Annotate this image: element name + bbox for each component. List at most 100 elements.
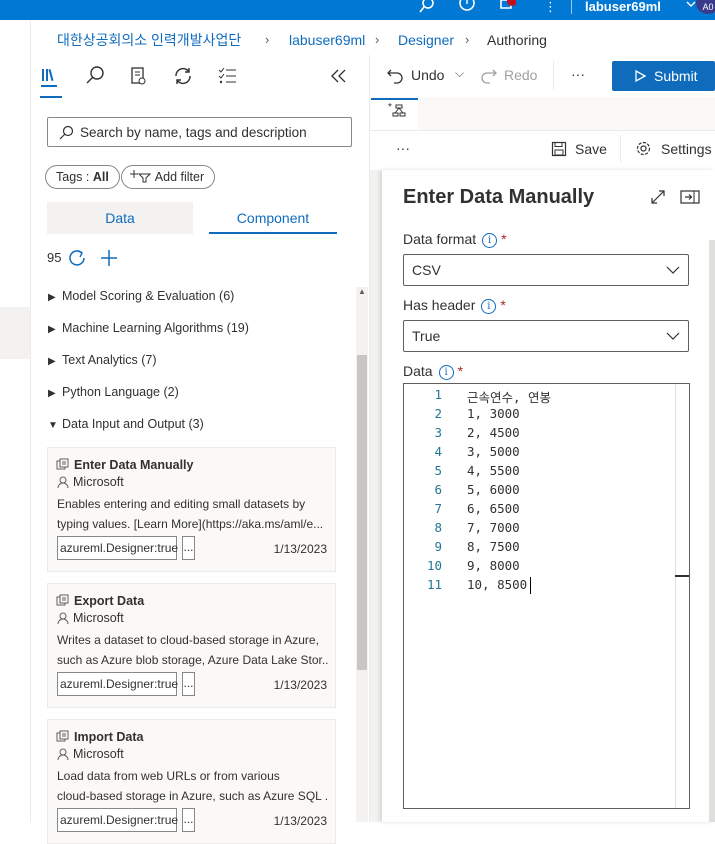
tab-data[interactable]: Data (47, 202, 193, 234)
line-number: 5 (434, 463, 442, 478)
document-tab-strip (370, 97, 715, 131)
category-row[interactable]: ▼ Data Input and Output (3) (48, 414, 204, 434)
code-line: 1, 3000 (467, 406, 520, 421)
refresh-icon[interactable] (172, 64, 194, 88)
search-icon[interactable] (84, 64, 106, 88)
data-code-editor[interactable]: 1 근속연수, 연봉 2 1, 3000 3 2, 4500 4 3, 5000 5 4,… (403, 383, 690, 809)
code-line: 5, 6000 (467, 482, 520, 497)
chevron-down-icon (666, 266, 680, 274)
submit-label: Submit (654, 68, 698, 84)
code-line: 9, 8000 (467, 558, 520, 573)
data-format-dropdown[interactable]: CSV (403, 254, 689, 286)
editor-scrollbar[interactable] (675, 384, 689, 808)
redo-button[interactable]: Redo (504, 67, 537, 83)
component-card[interactable]: Export Data Microsoft Writes a dataset t… (47, 583, 336, 708)
top-bar: ⋮ labuser69ml A0 (0, 0, 715, 20)
card-more-tags-button[interactable]: ... (182, 808, 195, 832)
category-label: Python Language (2) (62, 385, 179, 399)
breadcrumb-separator-icon: › (375, 32, 380, 47)
properties-title: Enter Data Manually (403, 186, 595, 208)
has-header-dropdown[interactable]: True (403, 320, 689, 352)
card-more-tags-button[interactable]: ... (182, 536, 195, 560)
card-tag[interactable]: azureml.Designer:true (57, 672, 178, 696)
card-more-tags-button[interactable]: ... (182, 672, 195, 696)
caret-down-icon: ▼ (48, 420, 58, 431)
has-header-label: Has header i * (403, 297, 506, 314)
code-line: 3, 5000 (467, 444, 520, 459)
caret-right-icon: ▶ (48, 292, 56, 303)
breadcrumb-separator-icon: › (465, 32, 470, 47)
category-row[interactable]: ▶ Python Language (2) (48, 382, 179, 402)
card-date: 1/13/2023 (273, 542, 327, 556)
clock-icon[interactable] (458, 0, 476, 14)
info-icon[interactable]: i (438, 364, 454, 380)
module-icon (56, 458, 69, 470)
info-icon[interactable]: i (482, 232, 498, 248)
tags-value: All (92, 170, 109, 184)
canvas-area[interactable] (370, 170, 382, 822)
code-line: 4, 5500 (467, 463, 520, 478)
info-icon[interactable]: i (481, 298, 497, 314)
code-line: 7, 7000 (467, 520, 520, 535)
person-icon (57, 476, 69, 488)
component-card[interactable]: Enter Data Manually Microsoft Enables en… (47, 447, 336, 572)
close-panel-icon[interactable] (680, 189, 700, 205)
library-icon[interactable] (40, 64, 62, 88)
breadcrumb-separator-icon: › (265, 32, 270, 47)
bell-icon[interactable] (498, 0, 516, 14)
selected-tab-indicator (40, 96, 62, 98)
card-tag[interactable]: azureml.Designer:true (57, 808, 178, 832)
line-number: 4 (434, 444, 442, 459)
task-list-icon[interactable] (216, 64, 238, 88)
line-number: 11 (426, 577, 442, 592)
refresh-icon[interactable] (69, 249, 87, 267)
toolbar-more-button[interactable]: ··· (396, 140, 410, 156)
scroll-up-icon[interactable]: ▲ (358, 287, 366, 296)
pipeline-tab[interactable]: * (371, 98, 418, 130)
component-card[interactable]: Import Data Microsoft Load data from web… (47, 719, 336, 844)
undo-icon (387, 69, 403, 84)
line-number: 1 (434, 387, 442, 402)
card-tag[interactable]: azureml.Designer:true (57, 536, 178, 560)
category-label: Model Scoring & Evaluation (6) (62, 289, 235, 303)
submit-button[interactable]: Submit (612, 61, 715, 91)
left-panel-scrollbar-thumb[interactable] (357, 355, 367, 670)
category-label: Data Input and Output (3) (62, 417, 204, 431)
more-icon[interactable]: ⋮ (544, 0, 557, 14)
save-button[interactable]: Save (575, 141, 607, 157)
caret-right-icon: ▶ (48, 388, 56, 399)
collapse-panel-icon[interactable] (328, 64, 350, 88)
add-filter-button[interactable]: Add filter (121, 165, 216, 189)
card-publisher: Microsoft (73, 611, 124, 625)
code-line: 8, 7500 (467, 539, 520, 554)
save-icon (551, 141, 567, 157)
user-name[interactable]: labuser69ml (585, 0, 661, 14)
tags-filter-pill[interactable]: Tags : All (45, 165, 120, 189)
add-icon[interactable] (100, 249, 118, 267)
left-nav-selected-item[interactable] (0, 307, 30, 359)
document-search-icon[interactable] (128, 64, 150, 88)
card-title: Import Data (74, 730, 144, 744)
gear-icon (636, 141, 651, 156)
data-format-label: Data format i * (403, 231, 507, 248)
card-description: Load data from web URLs or from various c… (57, 769, 329, 803)
category-row[interactable]: ▶ Machine Learning Algorithms (19) (48, 318, 249, 338)
tab-component[interactable]: Component (209, 202, 337, 234)
expand-icon[interactable] (650, 189, 666, 205)
breadcrumb-user[interactable]: labuser69ml (289, 30, 365, 50)
more-options-button[interactable]: ··· (571, 66, 585, 82)
chevron-down-icon[interactable] (686, 0, 696, 14)
properties-scrollbar[interactable] (709, 240, 715, 822)
person-icon (57, 612, 69, 624)
avatar[interactable]: A0 (696, 0, 715, 14)
category-row[interactable]: ▶ Text Analytics (7) (48, 350, 156, 370)
pipeline-icon (392, 104, 406, 117)
component-search-input[interactable]: Search by name, tags and description (47, 117, 352, 147)
breadcrumb-designer[interactable]: Designer (398, 30, 454, 50)
chevron-down-icon[interactable]: ⌵ (455, 66, 464, 81)
breadcrumb-workspace[interactable]: 대한상공회의소 인력개발사업단 (57, 30, 241, 50)
undo-button[interactable]: Undo (411, 67, 444, 83)
settings-button[interactable]: Settings (661, 141, 712, 157)
search-icon[interactable] (418, 0, 436, 14)
category-row[interactable]: ▶ Model Scoring & Evaluation (6) (48, 286, 234, 306)
